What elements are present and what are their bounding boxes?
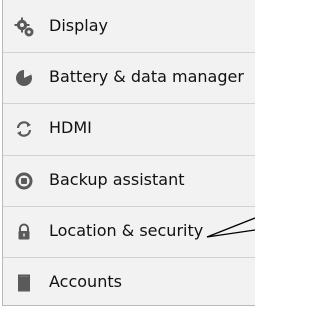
settings-item-hdmi[interactable]: HDMI [3, 104, 255, 154]
settings-item-label: Display [49, 16, 108, 35]
backup-assistant-icon [14, 171, 34, 191]
settings-item-display[interactable]: Display [3, 2, 255, 52]
settings-item-battery-data-manager[interactable]: Battery & data manager [3, 53, 255, 103]
settings-item-label: Location & security [49, 221, 204, 240]
screenshot-frame: Display Battery & data manager HDMI Back… [0, 0, 255, 314]
settings-item-label: Backup assistant [49, 170, 185, 189]
hdmi-sync-icon [14, 119, 34, 139]
settings-item-label: Accounts [49, 272, 122, 291]
accounts-icon [14, 273, 34, 293]
battery-pie-icon [14, 68, 34, 88]
settings-list: Display Battery & data manager HDMI Back… [2, 0, 255, 306]
lock-icon [14, 222, 34, 242]
settings-item-label: Battery & data manager [49, 67, 244, 86]
settings-item-accounts[interactable]: Accounts [3, 258, 255, 308]
settings-item-backup-assistant[interactable]: Backup assistant [3, 156, 255, 206]
settings-item-location-security[interactable]: Location & security [3, 207, 255, 257]
settings-item-label: HDMI [49, 118, 92, 137]
display-settings-icon [14, 17, 34, 37]
